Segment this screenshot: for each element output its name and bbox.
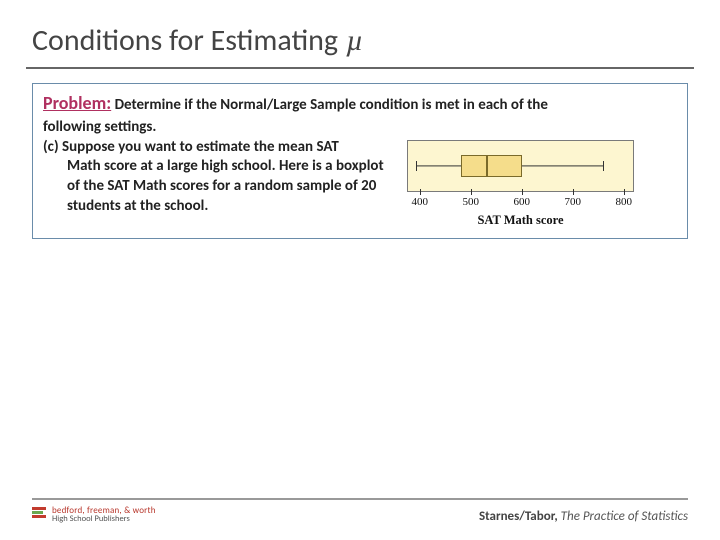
x-axis-label: SAT Math score (403, 212, 638, 229)
boxplot-figure: 400 500 600 700 800 SAT Math score (403, 138, 638, 229)
footer-rule (32, 498, 688, 500)
tick (573, 189, 574, 195)
attribution-authors: Starnes/Tabor, (479, 509, 558, 524)
footer-row: bedford, freeman, & worth High School Pu… (32, 506, 688, 524)
problem-part-c: (c) Suppose you want to estimate the mea… (43, 138, 393, 217)
whisker-cap-max (603, 161, 604, 171)
tick-label: 700 (565, 195, 582, 210)
title-mu-symbol: µ (346, 24, 363, 58)
boxplot-area: 400 500 600 700 800 (403, 138, 638, 210)
problem-lead: Problem: (43, 92, 111, 114)
tick (471, 189, 472, 195)
whisker-left (416, 165, 462, 166)
publisher-text: bedford, freeman, & worth High School Pu… (52, 506, 156, 524)
tick-label: 400 (412, 195, 429, 210)
part-body-first: Suppose you want to estimate the mean SA… (62, 138, 339, 156)
publisher-logo: bedford, freeman, & worth High School Pu… (32, 506, 156, 524)
problem-intro: Problem: Determine if the Normal/Large S… (43, 92, 677, 116)
title-text: Conditions for Estimating (32, 22, 338, 59)
problem-line2: following settings. (43, 118, 677, 138)
slide-footer: bedford, freeman, & worth High School Pu… (0, 498, 720, 524)
slide: Conditions for Estimating µ Problem: Det… (0, 0, 720, 540)
boxplot-frame (407, 140, 634, 192)
attribution-book: The Practice of Statistics (561, 509, 688, 524)
slide-title: Conditions for Estimating µ (32, 22, 688, 59)
tick-label: 600 (514, 195, 531, 210)
publisher-mark-icon (32, 506, 46, 518)
whisker-cap-min (416, 161, 417, 171)
part-label: (c) (43, 138, 62, 156)
tick-label: 800 (616, 195, 633, 210)
iqr-box (461, 155, 522, 177)
problem-box: Problem: Determine if the Normal/Large S… (32, 83, 688, 239)
problem-intro-rest: Determine if the Normal/Large Sample con… (111, 96, 548, 114)
x-axis: 400500600700800 (407, 191, 634, 192)
tick (420, 189, 421, 195)
problem-body: (c) Suppose you want to estimate the mea… (43, 138, 677, 229)
attribution: Starnes/Tabor, The Practice of Statistic… (479, 509, 688, 524)
tick-label: 500 (463, 195, 480, 210)
whisker-right (522, 165, 603, 166)
tick (522, 189, 523, 195)
title-underline (26, 67, 694, 69)
tick (624, 189, 625, 195)
median-line (486, 155, 487, 177)
publisher-line2: High School Publishers (52, 515, 156, 524)
part-body-cont: Math score at a large high school. Here … (43, 157, 393, 216)
